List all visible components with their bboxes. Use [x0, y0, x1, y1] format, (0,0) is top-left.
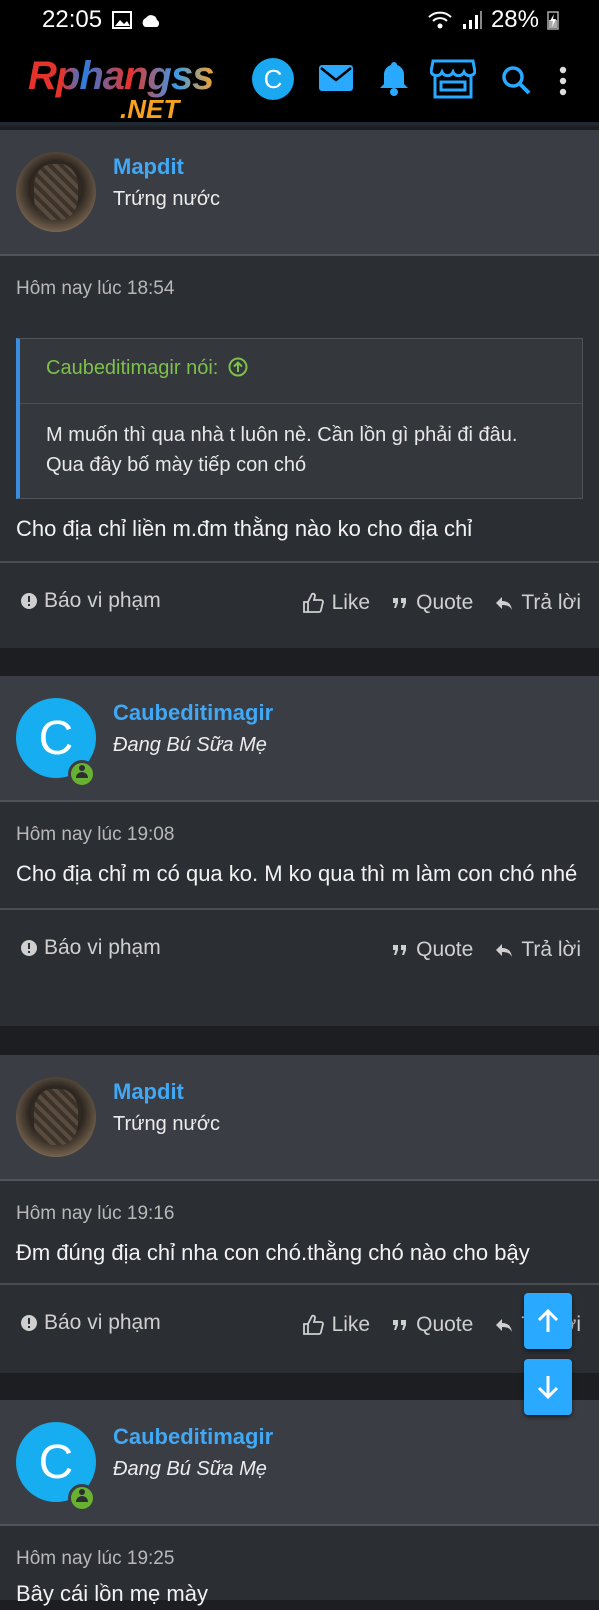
post-actions: Báo vi phạm Like Quote Trả lời — [0, 561, 599, 639]
store-icon[interactable] — [430, 58, 476, 100]
post-message: Cho địa chỉ liền m.đm thằng nào ko cho đ… — [16, 516, 473, 541]
reply-button[interactable]: Trả lời — [495, 938, 581, 962]
alert-icon — [21, 593, 37, 609]
quote-block: Caubeditimagir nói: M muốn thì qua nhà t… — [16, 338, 583, 499]
quote-text: M muốn thì qua nhà t luôn nè. Cần lồn gì… — [46, 424, 518, 476]
report-button[interactable]: Báo vi phạm — [20, 589, 161, 613]
avatar-letter: C — [38, 711, 74, 765]
username[interactable]: Mapdit — [113, 154, 184, 180]
report-button[interactable]: Báo vi phạm — [20, 936, 161, 960]
post-message: Cho địa chỉ m có qua ko. M ko qua thì m … — [16, 861, 578, 886]
post-user-bar: C Caubeditimagir Đang Bú Sữa Mẹ — [0, 676, 599, 802]
status-time: 22:05 — [42, 6, 103, 33]
alert-icon — [21, 940, 37, 956]
post: C Caubeditimagir Đang Bú Sữa Mẹ Hôm nay … — [0, 676, 599, 1026]
post-timestamp[interactable]: Hôm nay lúc 18:54 — [16, 256, 583, 300]
reply-button[interactable]: Trả lời — [495, 591, 581, 615]
report-button[interactable]: Báo vi phạm — [20, 1311, 161, 1335]
site-logo[interactable]: Rphangss .NET — [28, 54, 228, 124]
post-timestamp[interactable]: Hôm nay lúc 19:25 — [16, 1526, 583, 1570]
gallery-icon — [112, 11, 133, 29]
more-vertical-icon[interactable] — [558, 66, 568, 96]
cloud-icon — [142, 15, 160, 27]
user-title: Trứng nước — [113, 188, 220, 210]
arrow-up-circle-icon[interactable] — [228, 357, 248, 377]
post-message: Bây cái lồn mẹ mày — [16, 1581, 208, 1606]
battery-percentage: 28% — [490, 6, 539, 33]
arrow-up-icon — [537, 1308, 559, 1332]
account-avatar-button[interactable]: C — [252, 58, 294, 100]
logo-text-main: Rphangss — [28, 54, 214, 98]
post-actions: Báo vi phạm Like Quote Trả lời — [0, 1283, 599, 1361]
thumbs-up-icon — [302, 1314, 324, 1335]
user-avatar[interactable] — [16, 1077, 96, 1157]
status-bar: 22:05 28% — [0, 0, 599, 40]
post-timestamp[interactable]: Hôm nay lúc 19:16 — [16, 1181, 583, 1225]
post-timestamp[interactable]: Hôm nay lúc 19:08 — [16, 802, 583, 846]
like-button[interactable]: Like — [302, 1313, 370, 1337]
post: C Caubeditimagir Đang Bú Sữa Mẹ Hôm nay … — [0, 1400, 599, 1606]
scroll-to-top-button[interactable] — [524, 1293, 572, 1349]
quote-icon — [393, 598, 407, 608]
quote-button[interactable]: Quote — [392, 938, 473, 962]
quote-button[interactable]: Quote — [392, 1313, 473, 1337]
scroll-to-bottom-button[interactable] — [524, 1359, 572, 1415]
search-icon[interactable] — [500, 64, 532, 96]
site-header: Rphangss .NET C — [0, 40, 599, 126]
reply-icon — [496, 1319, 513, 1332]
account-avatar-letter: C — [263, 63, 283, 94]
user-title: Trứng nước — [113, 1113, 220, 1135]
post-user-bar: C Caubeditimagir Đang Bú Sữa Mẹ — [0, 1400, 599, 1526]
post: Mapdit Trứng nước Hôm nay lúc 18:54 Caub… — [0, 130, 599, 648]
online-status-icon — [68, 760, 96, 788]
alert-icon — [21, 1315, 37, 1331]
username[interactable]: Mapdit — [113, 1079, 184, 1105]
quote-icon — [393, 1320, 407, 1330]
post-user-bar: Mapdit Trứng nước — [0, 130, 599, 256]
arrow-down-icon — [537, 1376, 559, 1400]
like-button[interactable]: Like — [302, 591, 370, 615]
post: Mapdit Trứng nước Hôm nay lúc 19:16 Đm đ… — [0, 1055, 599, 1373]
post-message: Đm đúng địa chỉ nha con chó.thằng chó nà… — [16, 1240, 530, 1265]
username[interactable]: Caubeditimagir — [113, 1424, 273, 1450]
quote-button[interactable]: Quote — [392, 591, 473, 615]
user-title: Đang Bú Sữa Mẹ — [113, 1458, 267, 1480]
bell-icon[interactable] — [378, 60, 410, 96]
post-user-bar: Mapdit Trứng nước — [0, 1055, 599, 1181]
reply-icon — [496, 597, 513, 610]
avatar-letter: C — [38, 1435, 74, 1489]
online-status-icon — [68, 1484, 96, 1512]
quote-icon — [393, 945, 407, 955]
user-title: Đang Bú Sữa Mẹ — [113, 734, 267, 756]
quote-author: Caubeditimagir nói: — [46, 357, 219, 379]
quote-header[interactable]: Caubeditimagir nói: — [20, 339, 582, 404]
signal-icon — [462, 11, 482, 29]
thumbs-up-icon — [302, 592, 324, 613]
mail-icon[interactable] — [318, 64, 354, 92]
post-actions: Báo vi phạm Quote Trả lời — [0, 908, 599, 986]
wifi-icon — [428, 11, 452, 29]
battery-charging-icon — [547, 11, 559, 30]
user-avatar[interactable] — [16, 152, 96, 232]
username[interactable]: Caubeditimagir — [113, 700, 273, 726]
reply-icon — [496, 944, 513, 957]
logo-text-net: .NET — [120, 94, 180, 124]
